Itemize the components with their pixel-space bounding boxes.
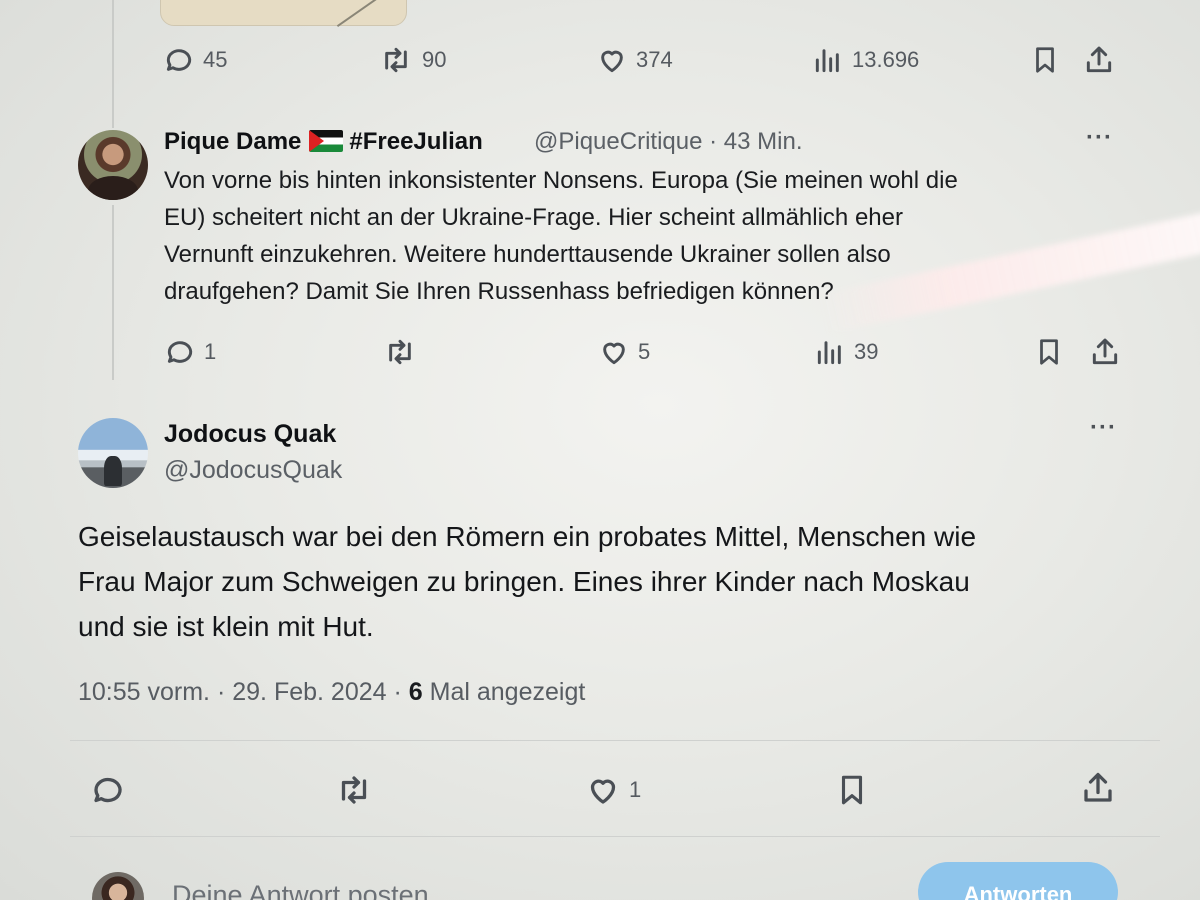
main-text-line: Frau Major zum Schweigen zu bringen. Ein… (78, 566, 970, 597)
like-count: 374 (636, 47, 673, 72)
view-count: 39 (854, 339, 879, 364)
reply-submit-button[interactable]: Antworten (918, 862, 1118, 900)
reply-author-header: Pique Dame #FreeJulian (164, 128, 483, 156)
reply-text-line: draufgehen? Damit Sie Ihren Russenhass b… (164, 278, 834, 305)
share-icon (1092, 338, 1118, 365)
repost-button[interactable] (334, 772, 374, 808)
reply-input[interactable]: Deine Antwort posten (172, 880, 429, 900)
bookmark-button[interactable] (1030, 44, 1060, 76)
divider (70, 740, 1160, 741)
share-icon (1084, 772, 1112, 802)
divider (70, 836, 1160, 837)
tweet-time[interactable]: 10:55 vorm. (78, 678, 210, 706)
main-author-handle[interactable]: @JodocusQuak (164, 456, 342, 485)
repost-count: 90 (422, 47, 447, 72)
more-options-button[interactable]: ··· (1086, 124, 1113, 152)
reply-icon (94, 777, 122, 803)
heart-icon (601, 50, 623, 73)
repost-button[interactable]: 90 (378, 44, 446, 76)
reply-author-hashtag[interactable]: #FreeJulian (349, 128, 482, 155)
repost-icon (341, 776, 367, 804)
avatar[interactable] (78, 418, 148, 488)
reply-timestamp[interactable]: 43 Min. (724, 128, 803, 155)
reply-author-meta: @PiqueCritique · 43 Min. (534, 128, 803, 156)
heart-icon (590, 779, 616, 804)
bookmark-button[interactable] (835, 772, 869, 808)
tweet-thread-view: 45 90 374 13.696 Pique Dame #FreeJulian @… (0, 0, 1200, 900)
like-count: 1 (629, 777, 642, 802)
separator-dot: · (216, 678, 226, 706)
reply-author-name[interactable]: Pique Dame (164, 128, 301, 155)
main-tweet-text: Geiselaustausch war bei den Römern ein p… (78, 514, 1138, 649)
main-text-line: Geiselaustausch war bei den Römern ein p… (78, 521, 977, 552)
tweet-meta: 10:55 vorm. · 29. Feb. 2024 · 6 Mal ange… (78, 678, 585, 707)
thread-connector-line (112, 205, 114, 380)
bookmark-icon (841, 775, 863, 805)
share-button[interactable] (1080, 770, 1116, 806)
tweet-date[interactable]: 29. Feb. 2024 (232, 678, 386, 706)
reply-count: 45 (203, 47, 228, 72)
main-text-line: und sie ist klein mit Hut. (78, 611, 374, 642)
repost-icon (385, 47, 407, 73)
separator-dot: · (393, 678, 402, 706)
reply-author-handle[interactable]: @PiqueCritique (534, 128, 702, 155)
views-button[interactable]: 39 (814, 336, 878, 368)
avatar (92, 872, 144, 900)
reply-button[interactable]: 1 (164, 336, 216, 368)
view-count: 13.696 (852, 47, 920, 72)
like-count: 5 (638, 339, 651, 364)
reply-text-line: Vernunft einzukehren. Weitere hunderttau… (164, 241, 891, 268)
repost-button[interactable] (382, 336, 418, 368)
bookmark-button[interactable] (1034, 336, 1064, 368)
separator-dot: · (709, 128, 718, 155)
reply-icon (167, 341, 193, 363)
main-author-name[interactable]: Jodocus Quak (164, 420, 336, 449)
reply-button[interactable] (90, 772, 126, 808)
bookmark-icon (1040, 339, 1058, 365)
views-button[interactable]: 13.696 (812, 44, 919, 76)
share-button[interactable] (1089, 336, 1121, 368)
avatar[interactable] (78, 130, 148, 200)
thread-connector-line (112, 0, 114, 128)
repost-icon (389, 339, 411, 365)
share-button[interactable] (1083, 44, 1115, 76)
views-label: Mal angezeigt (429, 678, 586, 706)
views-count: 6 (408, 678, 423, 706)
analytics-icon (815, 49, 839, 73)
analytics-icon (817, 341, 841, 365)
previous-tweet-image[interactable] (160, 0, 407, 28)
reply-text-line: Von vorne bis hinten inkonsistenter Nons… (164, 167, 958, 194)
palestine-flag-icon (309, 130, 344, 152)
like-button[interactable]: 374 (596, 44, 673, 76)
reply-count: 1 (204, 339, 217, 364)
like-button[interactable]: 5 (598, 336, 650, 368)
reply-tweet-text: Von vorne bis hinten inkonsistenter Nons… (164, 162, 1124, 310)
like-button[interactable]: 1 (585, 772, 641, 808)
heart-icon (603, 342, 625, 365)
reply-text-line: EU) scheitert nicht an der Ukraine-Frage… (164, 204, 903, 231)
bookmark-icon (1036, 47, 1054, 73)
share-icon (1086, 46, 1112, 73)
more-options-button[interactable]: ··· (1090, 414, 1117, 442)
reply-icon (166, 49, 192, 71)
reply-button[interactable]: 45 (163, 44, 227, 76)
